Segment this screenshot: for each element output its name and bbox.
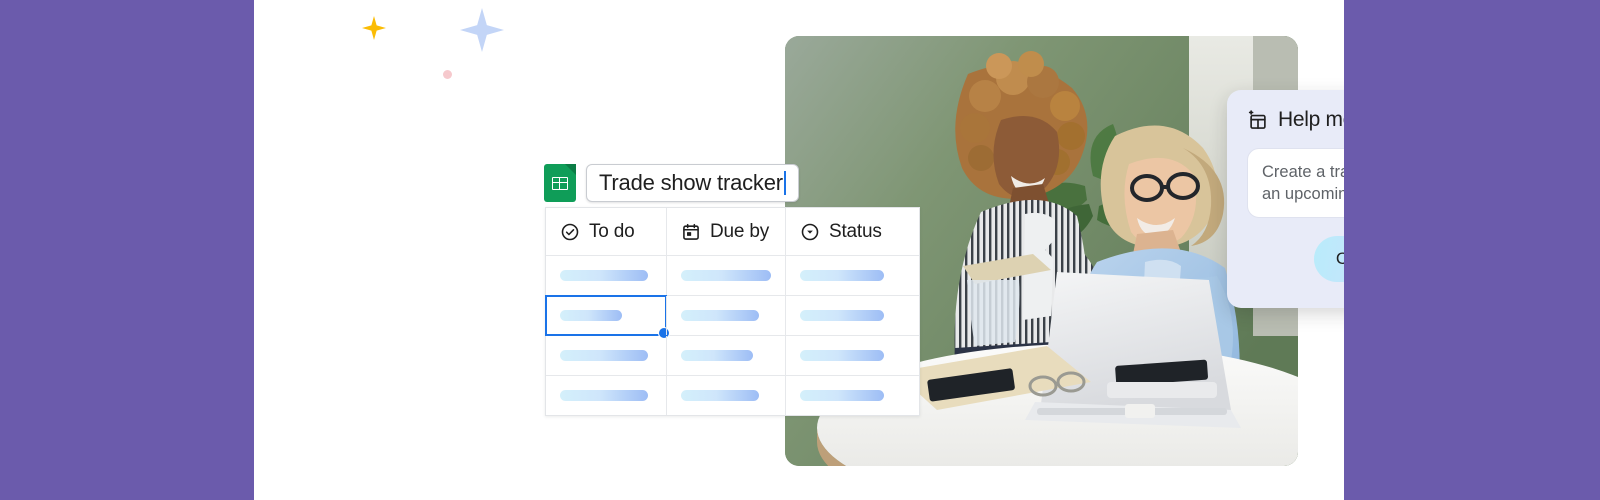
star-blue-top-icon: [460, 8, 504, 52]
prompt-input[interactable]: Create a tracking schedule for an upcomi…: [1247, 148, 1344, 218]
table-cell[interactable]: [666, 336, 785, 375]
column-header-to-do[interactable]: To do: [546, 208, 666, 255]
column-header-due-by[interactable]: Due by: [666, 208, 785, 255]
table-cell[interactable]: [666, 296, 785, 335]
create-button[interactable]: Creating...: [1313, 236, 1344, 282]
table-cell[interactable]: [785, 376, 919, 415]
add-table-icon: [1247, 109, 1269, 131]
placeholder-bar: [681, 270, 771, 281]
background-band-right: [1344, 0, 1600, 500]
column-header-label: Status: [829, 220, 882, 242]
table-row[interactable]: [546, 255, 919, 295]
placeholder-bar: [560, 390, 648, 401]
table-cell[interactable]: [546, 336, 666, 375]
placeholder-bar: [800, 310, 884, 321]
text-cursor: [783, 171, 786, 195]
document-title-input[interactable]: Trade show tracker: [586, 164, 799, 202]
table-cell[interactable]: [785, 296, 919, 335]
panel-actions: Creating...: [1247, 236, 1344, 282]
placeholder-bar: [681, 390, 759, 401]
placeholder-bar: [681, 350, 753, 361]
table-header-row: To do Due by Status: [546, 208, 919, 255]
check-circle-icon: [560, 222, 580, 242]
document-title-row: Trade show tracker: [544, 164, 799, 202]
table-cell[interactable]: [666, 376, 785, 415]
placeholder-bar: [560, 310, 622, 321]
column-header-label: Due by: [710, 220, 770, 242]
placeholder-bar: [800, 390, 884, 401]
column-header-label: To do: [589, 220, 635, 242]
screenshot-stage: Trade show tracker To do Due by Status H…: [0, 0, 1600, 500]
placeholder-bar: [560, 350, 648, 361]
table-row[interactable]: [545, 295, 919, 339]
sheets-icon-grid: [552, 177, 568, 190]
table-row[interactable]: [546, 375, 919, 415]
table-cell[interactable]: [785, 336, 919, 375]
spreadsheet-table[interactable]: To do Due by Status: [545, 207, 920, 416]
table-cell[interactable]: [546, 256, 666, 295]
panel-header: Help me organize: [1247, 108, 1344, 132]
dropdown-circle-icon: [800, 222, 820, 242]
table-cell-selected[interactable]: [545, 295, 670, 339]
panel-title: Help me organize: [1278, 108, 1344, 131]
table-row[interactable]: [546, 335, 919, 375]
placeholder-bar: [560, 270, 648, 281]
calendar-icon: [681, 222, 701, 242]
table-cell[interactable]: [785, 256, 919, 295]
column-header-status[interactable]: Status: [785, 208, 919, 255]
placeholder-bar: [800, 350, 884, 361]
google-sheets-icon: [544, 164, 576, 202]
placeholder-bar: [800, 270, 884, 281]
star-gold-top-left-icon: [362, 16, 386, 40]
content-panel: Trade show tracker To do Due by Status H…: [254, 0, 1344, 500]
sheets-icon-fold: [565, 164, 576, 175]
document-title-value: Trade show tracker: [599, 170, 783, 195]
table-cell[interactable]: [546, 376, 666, 415]
dot-pink-top-icon: [443, 70, 452, 79]
background-band-left: [0, 0, 254, 500]
placeholder-bar: [681, 310, 759, 321]
help-me-organize-panel: Help me organize Create a tracking sched…: [1227, 90, 1344, 308]
table-cell[interactable]: [666, 256, 785, 295]
